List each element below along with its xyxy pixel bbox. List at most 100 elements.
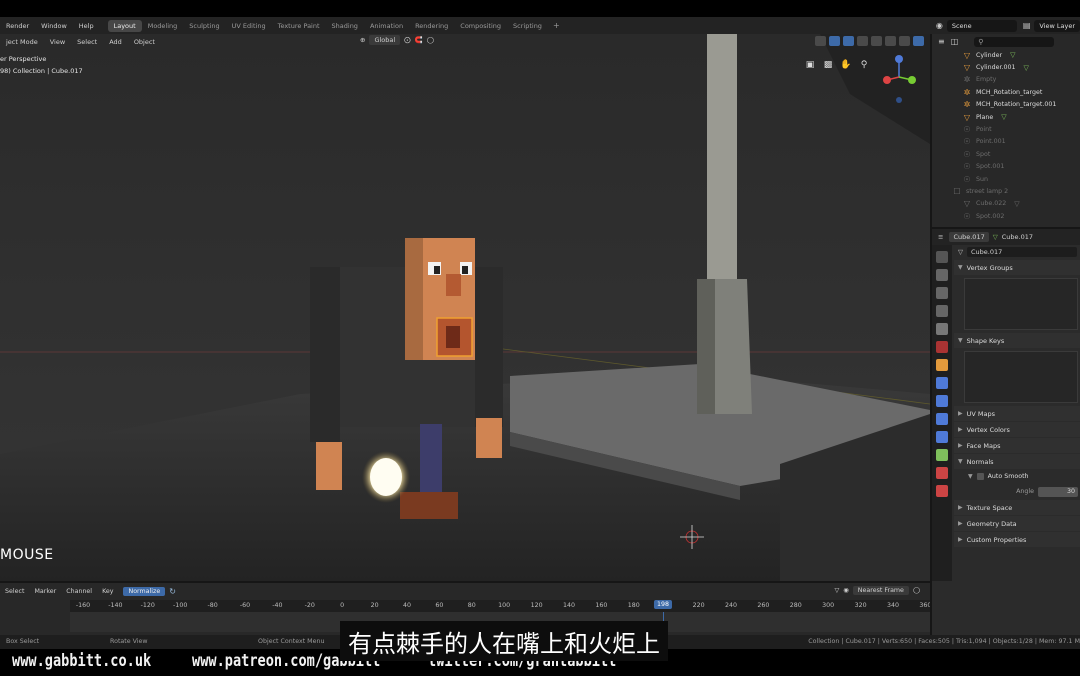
3d-viewport[interactable]: ject Mode View Select Add Object ⊕ Globa…: [0, 34, 930, 581]
viewport-menu-object[interactable]: Object: [128, 38, 161, 46]
scene-tab-icon[interactable]: [936, 323, 948, 335]
viewport-menu-add[interactable]: Add: [103, 38, 128, 46]
outliner-item[interactable]: ☉ Spot.002: [932, 210, 1080, 222]
rendered-shading-icon[interactable]: [913, 36, 924, 46]
add-workspace-button[interactable]: +: [548, 21, 565, 30]
normals-panel-header[interactable]: ▼ Normals: [954, 454, 1080, 469]
outliner-item[interactable]: ▽ Cylinder.001 ▽: [932, 61, 1080, 73]
properties-type-icon[interactable]: ≡: [938, 233, 943, 241]
outliner-item[interactable]: ☉ Point: [932, 123, 1080, 135]
auto-smooth-checkbox[interactable]: [976, 473, 984, 480]
interaction-mode-dropdown[interactable]: ject Mode: [0, 38, 44, 46]
mesh-datablock-field[interactable]: Cube.017: [967, 247, 1077, 257]
particles-tab-icon[interactable]: [936, 395, 948, 407]
visibility-icon[interactable]: [815, 36, 826, 46]
timeline-menu-key[interactable]: Key: [97, 588, 118, 595]
zoom-region-icon[interactable]: ▣: [804, 59, 816, 71]
outliner-item[interactable]: ✲ MCH_Rotation_target.001: [932, 99, 1080, 111]
frame-ruler[interactable]: 198 -160 -140 -120 -100 -80 -60 -40 -20 0 20 40 60 8…: [70, 600, 931, 612]
world-tab-icon[interactable]: [936, 341, 948, 353]
material-tab-icon[interactable]: [936, 467, 948, 479]
uv-maps-panel-header[interactable]: ▶ UV Maps: [954, 406, 1080, 421]
display-mode-icon[interactable]: ≡: [938, 37, 945, 46]
mesh-datablock-icon[interactable]: ▽: [958, 248, 963, 256]
view-layer-selector[interactable]: View Layer: [1034, 19, 1080, 32]
outliner-item[interactable]: ☉ Point.001: [932, 136, 1080, 148]
wireframe-shading-icon[interactable]: [871, 36, 882, 46]
menu-help[interactable]: Help: [73, 22, 100, 30]
filter-icon[interactable]: ◫: [951, 37, 959, 46]
camera-view-icon[interactable]: ▩: [822, 59, 834, 71]
constraints-tab-icon[interactable]: [936, 431, 948, 443]
vertex-groups-list[interactable]: [964, 278, 1078, 330]
physics-tab-icon[interactable]: [936, 413, 948, 425]
tab-shading[interactable]: Shading: [326, 20, 364, 32]
outliner-item[interactable]: ✲ MCH_Rotation_target: [932, 86, 1080, 98]
timeline-menu-select[interactable]: Select: [0, 588, 29, 595]
tab-uv-editing[interactable]: UV Editing: [226, 20, 272, 32]
transform-orientation-dropdown[interactable]: Global: [369, 35, 401, 45]
viewport-menu-view[interactable]: View: [44, 38, 71, 46]
tab-animation[interactable]: Animation: [364, 20, 409, 32]
current-frame-indicator[interactable]: 198: [653, 600, 672, 609]
outliner-search-icon[interactable]: ⚲: [974, 36, 1055, 47]
outliner-item[interactable]: ☉ Sun: [932, 173, 1080, 185]
view-layer-tab-icon[interactable]: [936, 305, 948, 317]
sync-icon[interactable]: ↻: [169, 587, 176, 596]
object-tab-icon[interactable]: [936, 359, 948, 371]
proportional-edit-icon[interactable]: ◯: [427, 36, 434, 44]
gizmo-toggle-icon[interactable]: [829, 36, 840, 46]
filter-icon[interactable]: ▽: [834, 587, 839, 594]
mesh-data-tab-icon[interactable]: [936, 449, 948, 461]
snap-icon[interactable]: 🧲: [415, 36, 423, 44]
outliner-item[interactable]: ☉ Spot: [932, 148, 1080, 160]
render-tab-icon[interactable]: [936, 269, 948, 281]
overlay-toggle-icon[interactable]: [843, 36, 854, 46]
pivot-icon[interactable]: ⨀: [404, 36, 411, 44]
outliner-item[interactable]: ▽ Plane ▽: [932, 111, 1080, 123]
face-maps-panel-header[interactable]: ▶ Face Maps: [954, 438, 1080, 453]
modifier-tab-icon[interactable]: [936, 377, 948, 389]
tab-texture-paint[interactable]: Texture Paint: [272, 20, 326, 32]
normalize-toggle[interactable]: Normalize: [123, 587, 166, 596]
object-name-field[interactable]: Cube.017: [949, 232, 989, 242]
tab-rendering[interactable]: Rendering: [409, 20, 454, 32]
tab-layout[interactable]: Layout: [107, 19, 142, 32]
mesh-name-field[interactable]: Cube.017: [1002, 233, 1033, 241]
vertex-groups-panel-header[interactable]: ▼ Vertex Groups: [954, 260, 1080, 275]
angle-field[interactable]: 30: [1038, 486, 1078, 497]
shape-keys-list[interactable]: [964, 351, 1078, 403]
outliner-item[interactable]: ☉ Spot.001: [932, 161, 1080, 173]
output-tab-icon[interactable]: [936, 287, 948, 299]
proportional-icon[interactable]: ◯: [913, 587, 920, 594]
texture-space-panel-header[interactable]: ▶ Texture Space: [954, 500, 1080, 515]
menu-window[interactable]: Window: [35, 22, 73, 30]
zoom-icon[interactable]: ⚲: [858, 59, 870, 71]
xray-icon[interactable]: [857, 36, 868, 46]
material-shading-icon[interactable]: [899, 36, 910, 46]
scene-selector[interactable]: Scene: [946, 19, 1017, 32]
pan-hand-icon[interactable]: ✋: [840, 59, 852, 71]
tab-modeling[interactable]: Modeling: [142, 20, 184, 32]
custom-properties-panel-header[interactable]: ▶ Custom Properties: [954, 532, 1080, 547]
tool-tab-icon[interactable]: [936, 251, 948, 263]
tab-compositing[interactable]: Compositing: [454, 20, 507, 32]
tab-scripting[interactable]: Scripting: [507, 20, 548, 32]
outliner-item[interactable]: ▽ Cylinder ▽: [932, 49, 1080, 61]
geometry-data-panel-header[interactable]: ▶ Geometry Data: [954, 516, 1080, 531]
snap-settings-icon[interactable]: ◉: [843, 587, 849, 594]
shape-keys-panel-header[interactable]: ▼ Shape Keys: [954, 333, 1080, 348]
vertex-colors-panel-header[interactable]: ▶ Vertex Colors: [954, 422, 1080, 437]
snap-mode-dropdown[interactable]: Nearest Frame: [852, 586, 909, 595]
solid-shading-icon[interactable]: [885, 36, 896, 46]
menu-render[interactable]: Render: [0, 22, 35, 30]
outliner-item[interactable]: ✲ Empty: [932, 74, 1080, 86]
timeline-menu-channel[interactable]: Channel: [61, 588, 97, 595]
auto-smooth-row[interactable]: ▼ Auto Smooth: [954, 469, 1080, 484]
viewport-menu-select[interactable]: Select: [71, 38, 103, 46]
timeline-menu-marker[interactable]: Marker: [29, 588, 61, 595]
outliner-item[interactable]: ▽ Cube.022 ▽: [932, 198, 1080, 210]
outliner-item[interactable]: ☐ street lamp 2: [932, 185, 1080, 197]
tab-sculpting[interactable]: Sculpting: [183, 20, 225, 32]
texture-tab-icon[interactable]: [936, 485, 948, 497]
